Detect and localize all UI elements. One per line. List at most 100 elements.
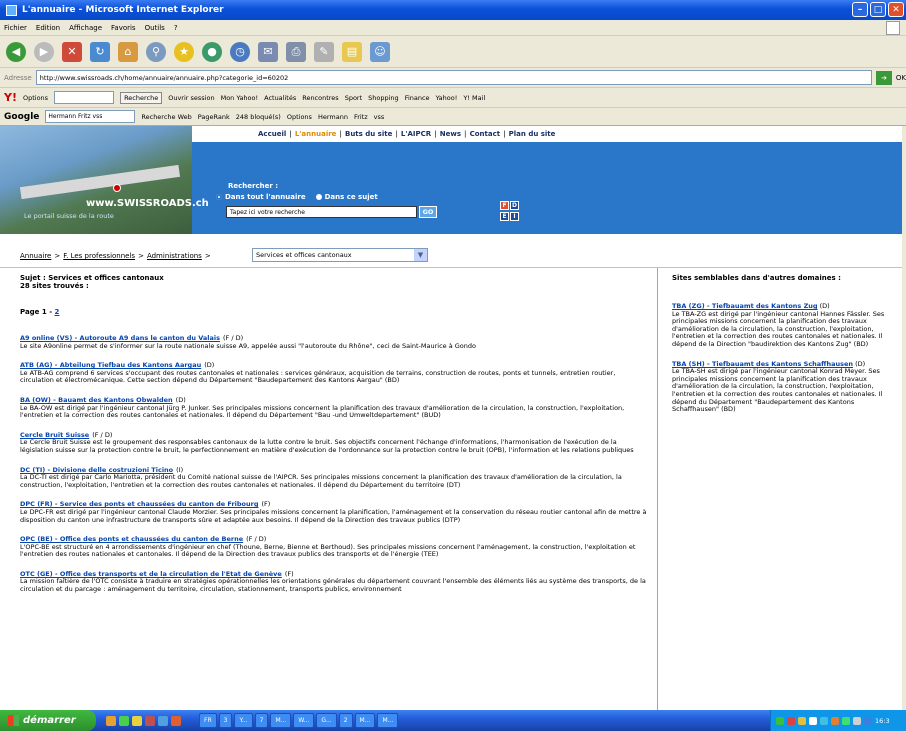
back-icon[interactable]: ◀ [6, 41, 26, 62]
task-button[interactable]: 2 [338, 713, 353, 728]
google-options[interactable]: Options [287, 113, 312, 121]
task-button[interactable]: 7 [254, 713, 269, 728]
quicklaunch-icon[interactable] [145, 715, 155, 726]
quicklaunch-icon[interactable] [106, 715, 116, 726]
lang-en[interactable]: E [500, 212, 509, 221]
refresh-icon[interactable]: ↻ [90, 41, 110, 62]
tray-icon[interactable] [809, 716, 817, 725]
radio-subject[interactable]: Dans ce sujet [315, 193, 378, 201]
stop-icon[interactable]: ✕ [62, 41, 82, 62]
lang-de[interactable]: D [510, 201, 519, 210]
task-button[interactable]: Y... [234, 713, 253, 728]
nav-buts[interactable]: Buts du site [345, 130, 392, 138]
task-button[interactable]: M... [377, 713, 399, 728]
google-term-0[interactable]: Hermann [318, 113, 348, 121]
google-blocked[interactable]: 248 bloqué(s) [236, 113, 281, 121]
forward-icon[interactable]: ▶ [34, 41, 54, 62]
search-icon[interactable]: ⚲ [146, 41, 166, 62]
yahoo-item-3[interactable]: Rencontres [302, 94, 338, 102]
menu-help[interactable]: ? [174, 24, 178, 32]
quicklaunch-icon[interactable] [158, 715, 168, 726]
tray-icon[interactable] [853, 716, 861, 725]
media-icon[interactable]: ● [202, 41, 222, 62]
yahoo-item-2[interactable]: Actualités [264, 94, 296, 102]
edit-icon[interactable]: ✎ [314, 41, 334, 62]
minimize-button[interactable]: – [852, 2, 868, 17]
task-button[interactable]: G... [316, 713, 337, 728]
yahoo-item-8[interactable]: Y! Mail [463, 94, 485, 102]
history-icon[interactable]: ◷ [230, 41, 250, 62]
yahoo-options[interactable]: Options [23, 94, 48, 102]
quicklaunch-icon[interactable] [119, 715, 129, 726]
quicklaunch-icon[interactable] [132, 715, 142, 726]
google-search-input[interactable]: Hermann Fritz vss [45, 110, 136, 123]
yahoo-search-input[interactable] [54, 91, 115, 104]
google-term-2[interactable]: vss [374, 113, 385, 121]
start-button[interactable]: démarrer [0, 710, 96, 731]
lang-fr[interactable]: F [500, 201, 509, 210]
nav-plan[interactable]: Plan du site [509, 130, 556, 138]
google-pagerank[interactable]: PageRank [198, 113, 230, 121]
yahoo-logo-icon[interactable]: Y! [4, 91, 17, 104]
close-button[interactable]: ✕ [888, 2, 904, 17]
menu-favoris[interactable]: Favoris [111, 24, 136, 32]
google-search-web[interactable]: Recherche Web [141, 113, 191, 121]
task-button[interactable]: M... [270, 713, 292, 728]
lang-it[interactable]: I [510, 212, 519, 221]
tray-icon[interactable] [864, 716, 872, 725]
yahoo-item-7[interactable]: Yahoo! [436, 94, 458, 102]
category-select[interactable]: Services et offices cantonaux ▼ [252, 248, 428, 262]
mail-icon[interactable]: ✉ [258, 41, 278, 62]
menu-fichier[interactable]: Fichier [4, 24, 27, 32]
nav-news[interactable]: News [440, 130, 461, 138]
nav-accueil[interactable]: Accueil [258, 130, 286, 138]
task-button[interactable]: FR [199, 713, 217, 728]
yahoo-item-0[interactable]: Ouvrir session [168, 94, 214, 102]
folder-icon[interactable]: ▤ [342, 41, 362, 62]
tray-icon[interactable] [831, 716, 839, 725]
site-logo[interactable]: www.SWISSROADS.ch [86, 198, 209, 209]
menu-affichage[interactable]: Affichage [69, 24, 102, 32]
crumb-professionnels[interactable]: F. Les professionnels [63, 252, 135, 260]
yahoo-item-1[interactable]: Mon Yahoo! [221, 94, 259, 102]
address-field[interactable]: http://www.swissroads.ch/home/annuaire/a… [35, 70, 873, 85]
tray-icon[interactable] [787, 716, 795, 725]
go-button[interactable]: ➔ [876, 70, 892, 85]
task-button[interactable]: W... [293, 713, 315, 728]
home-icon[interactable]: ⌂ [118, 41, 138, 62]
task-button[interactable]: M... [354, 713, 376, 728]
subject-line: Sujet : Services et offices cantonaux [20, 274, 164, 282]
tray-icon[interactable] [842, 716, 850, 725]
tray-icon[interactable] [820, 716, 828, 725]
tray-icon[interactable] [776, 716, 784, 725]
messenger-icon[interactable]: ☺ [370, 41, 390, 62]
nav-aipcr[interactable]: L'AIPCR [401, 130, 431, 138]
menu-outils[interactable]: Outils [145, 24, 165, 32]
vertical-scrollbar[interactable] [902, 126, 906, 710]
crumb-annuaire[interactable]: Annuaire [20, 252, 51, 260]
radio-all[interactable]: Dans tout l'annuaire [216, 193, 306, 201]
google-term-1[interactable]: Fritz [354, 113, 368, 121]
google-logo[interactable]: Google [4, 112, 39, 122]
maximize-button[interactable]: □ [870, 2, 886, 17]
yahoo-item-4[interactable]: Sport [345, 94, 362, 102]
tray-icon[interactable] [798, 716, 806, 725]
pager-next[interactable]: 2 [55, 308, 60, 316]
go-label[interactable]: OK [896, 74, 906, 82]
yahoo-item-5[interactable]: Shopping [368, 94, 399, 102]
site-search-input[interactable]: Tapez ici votre recherche [226, 206, 417, 218]
site-search-go[interactable]: GO [419, 206, 437, 218]
print-icon[interactable]: ⎙ [286, 41, 306, 62]
radio-subject-dot[interactable] [315, 194, 322, 200]
task-button[interactable]: 3 [218, 713, 233, 728]
crumb-administrations[interactable]: Administrations [147, 252, 202, 260]
nav-annuaire[interactable]: L'annuaire [295, 130, 337, 138]
quicklaunch-icon[interactable] [171, 715, 181, 726]
nav-contact[interactable]: Contact [470, 130, 501, 138]
yahoo-search-button[interactable]: Recherche [120, 91, 163, 104]
favorites-icon[interactable]: ★ [174, 41, 194, 62]
chevron-down-icon[interactable]: ▼ [414, 249, 427, 261]
radio-all-dot[interactable] [216, 194, 222, 200]
menu-edition[interactable]: Edition [36, 24, 60, 32]
yahoo-item-6[interactable]: Finance [405, 94, 430, 102]
